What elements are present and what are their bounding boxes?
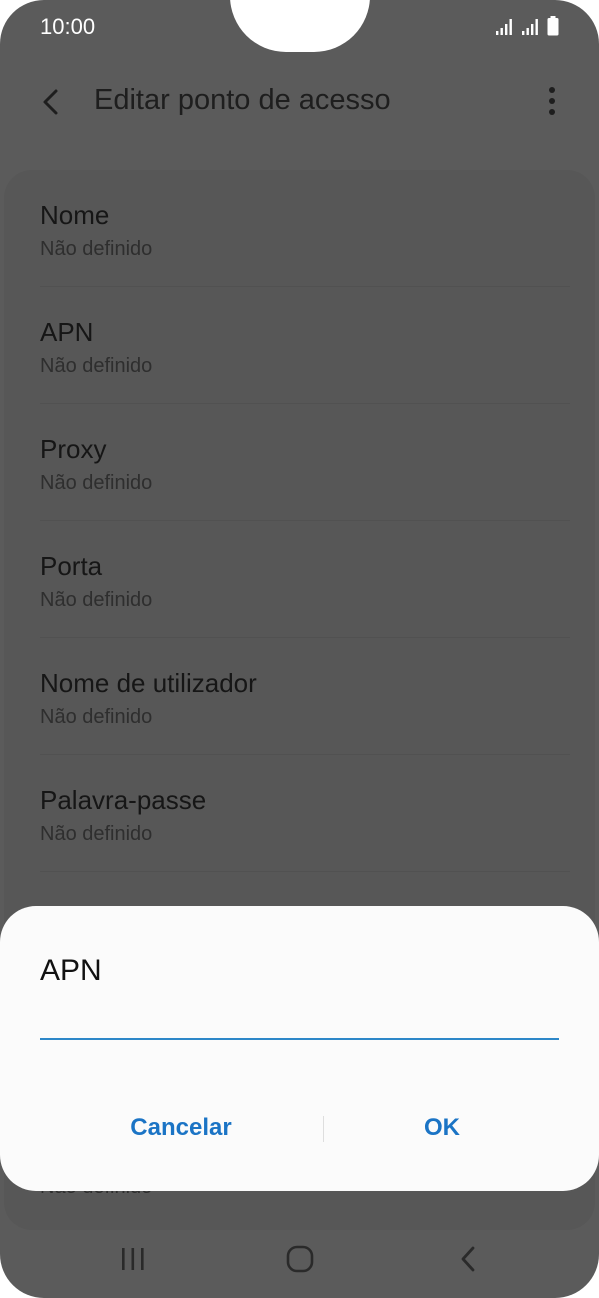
apn-input[interactable] xyxy=(40,1006,559,1040)
camera-notch xyxy=(230,0,370,52)
setting-item-palavra-passe[interactable]: Palavra-passe Não definido xyxy=(40,755,570,872)
home-button[interactable] xyxy=(280,1242,320,1276)
setting-title: Nome xyxy=(40,200,110,230)
status-time: 10:00 xyxy=(40,14,96,39)
signal-icon xyxy=(496,19,512,35)
setting-value: Não definido xyxy=(40,706,153,728)
navigation-bar xyxy=(0,1230,599,1290)
back-nav-icon xyxy=(461,1246,475,1272)
setting-title: Palavra-passe xyxy=(40,785,207,815)
recent-apps-button[interactable] xyxy=(113,1242,153,1276)
more-vertical-icon xyxy=(549,87,555,115)
signal-icon xyxy=(522,19,538,35)
setting-title: APN xyxy=(40,317,94,347)
button-divider xyxy=(323,1116,324,1142)
setting-title: Proxy xyxy=(40,434,107,464)
status-icons xyxy=(495,16,559,36)
page-title: Editar ponto de acesso xyxy=(94,84,391,116)
back-nav-button[interactable] xyxy=(448,1242,488,1276)
ok-button[interactable]: OK xyxy=(384,1106,500,1150)
setting-value: Não definido xyxy=(40,589,153,611)
recent-apps-icon xyxy=(122,1248,144,1270)
setting-value: Não definido xyxy=(40,355,153,377)
setting-item-porta[interactable]: Porta Não definido xyxy=(40,521,570,638)
setting-value: Não definido xyxy=(40,472,153,494)
setting-item-proxy[interactable]: Proxy Não definido xyxy=(40,404,570,521)
chevron-left-icon xyxy=(43,89,58,115)
home-icon xyxy=(286,1245,314,1273)
setting-item-nome[interactable]: Nome Não definido xyxy=(40,170,570,287)
phone-screen: 10:00 Editar ponto de acesso Nome Não de… xyxy=(0,0,599,1298)
back-button[interactable] xyxy=(34,84,70,120)
cancel-button[interactable]: Cancelar xyxy=(100,1106,262,1150)
setting-value: Não definido xyxy=(40,238,153,260)
app-header: Editar ponto de acesso xyxy=(0,78,599,128)
battery-icon xyxy=(547,16,559,36)
apn-dialog: APN Cancelar OK xyxy=(0,906,599,1191)
setting-item-nome-de-utilizador[interactable]: Nome de utilizador Não definido xyxy=(40,638,570,755)
setting-title: Nome de utilizador xyxy=(40,668,257,698)
setting-title: Porta xyxy=(40,551,103,581)
setting-value: Não definido xyxy=(40,823,153,845)
more-options-button[interactable] xyxy=(545,86,559,118)
setting-item-apn[interactable]: APN Não definido xyxy=(40,287,570,404)
dialog-title: APN xyxy=(40,954,102,987)
